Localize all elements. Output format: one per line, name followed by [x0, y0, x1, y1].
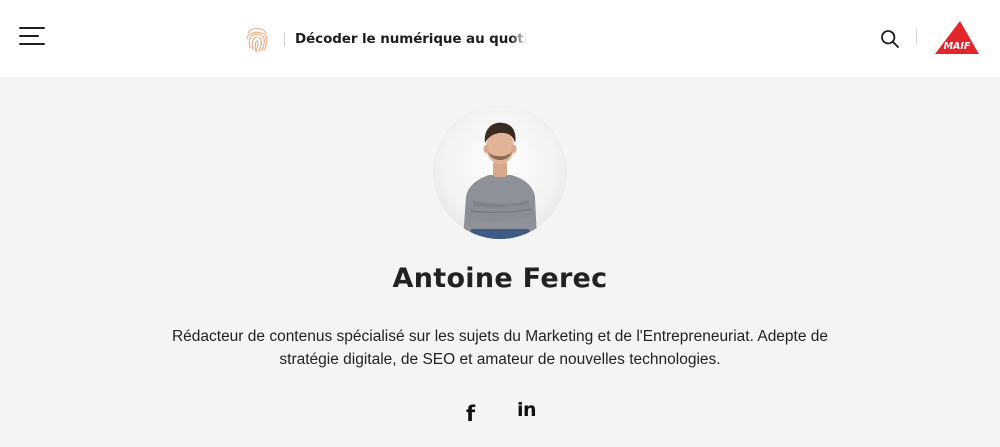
brand-divider	[284, 32, 285, 46]
facebook-icon[interactable]: f	[466, 402, 480, 428]
menu-icon[interactable]	[19, 27, 45, 47]
maif-logo[interactable]: MAIF	[934, 20, 980, 55]
search-icon[interactable]	[880, 29, 900, 49]
logo-text: MAIF	[944, 41, 971, 52]
fingerprint-icon	[246, 27, 268, 53]
site-brand-link[interactable]: Décoder le numérique au quotidien	[244, 24, 527, 54]
author-name: Antoine Ferec	[392, 263, 608, 294]
site-header: Décoder le numérique au quotidien MAIF	[0, 0, 1000, 77]
site-tagline: Décoder le numérique au quotidien	[295, 31, 527, 47]
author-avatar	[433, 105, 567, 239]
social-links: f in	[0, 399, 1000, 431]
author-profile: Antoine Ferec Rédacteur de contenus spéc…	[0, 77, 1000, 447]
linkedin-icon[interactable]: in	[517, 399, 539, 425]
author-bio: Rédacteur de contenus spécialisé sur les…	[171, 328, 829, 368]
header-divider	[916, 29, 917, 45]
